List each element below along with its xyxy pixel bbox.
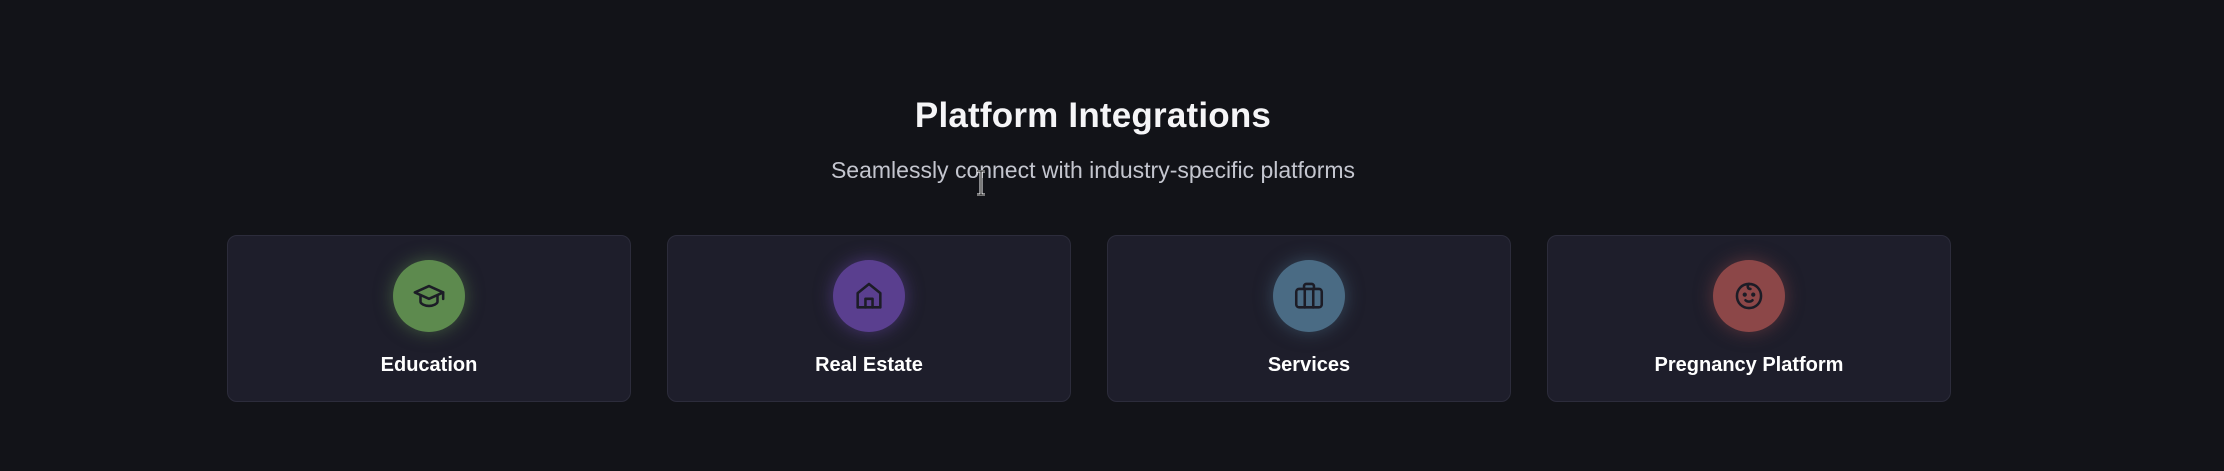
briefcase-icon — [1294, 282, 1324, 309]
section-title: Platform Integrations — [914, 96, 1272, 135]
icon-circle — [833, 260, 905, 332]
icon-circle — [1273, 260, 1345, 332]
icon-circle — [393, 260, 465, 332]
card-services[interactable]: Services — [1107, 235, 1511, 402]
graduation-cap-icon — [413, 284, 445, 308]
integration-cards: Education Real Estate Services Pregnancy… — [227, 235, 1951, 402]
card-label: Real Estate — [815, 354, 923, 376]
card-label: Education — [380, 354, 478, 376]
card-real-estate[interactable]: Real Estate — [667, 235, 1071, 402]
home-icon — [856, 282, 882, 309]
card-label: Services — [1267, 354, 1351, 376]
card-pregnancy-platform[interactable]: Pregnancy Platform — [1547, 235, 1951, 402]
text-cursor-icon — [977, 170, 985, 196]
section-subtitle: Seamlessly connect with industry-specifi… — [830, 157, 1356, 183]
platform-integrations-section: Platform Integrations Seamlessly connect… — [0, 0, 2224, 471]
baby-icon — [1735, 282, 1763, 310]
icon-circle — [1713, 260, 1785, 332]
card-label: Pregnancy Platform — [1654, 354, 1844, 376]
card-education[interactable]: Education — [227, 235, 631, 402]
